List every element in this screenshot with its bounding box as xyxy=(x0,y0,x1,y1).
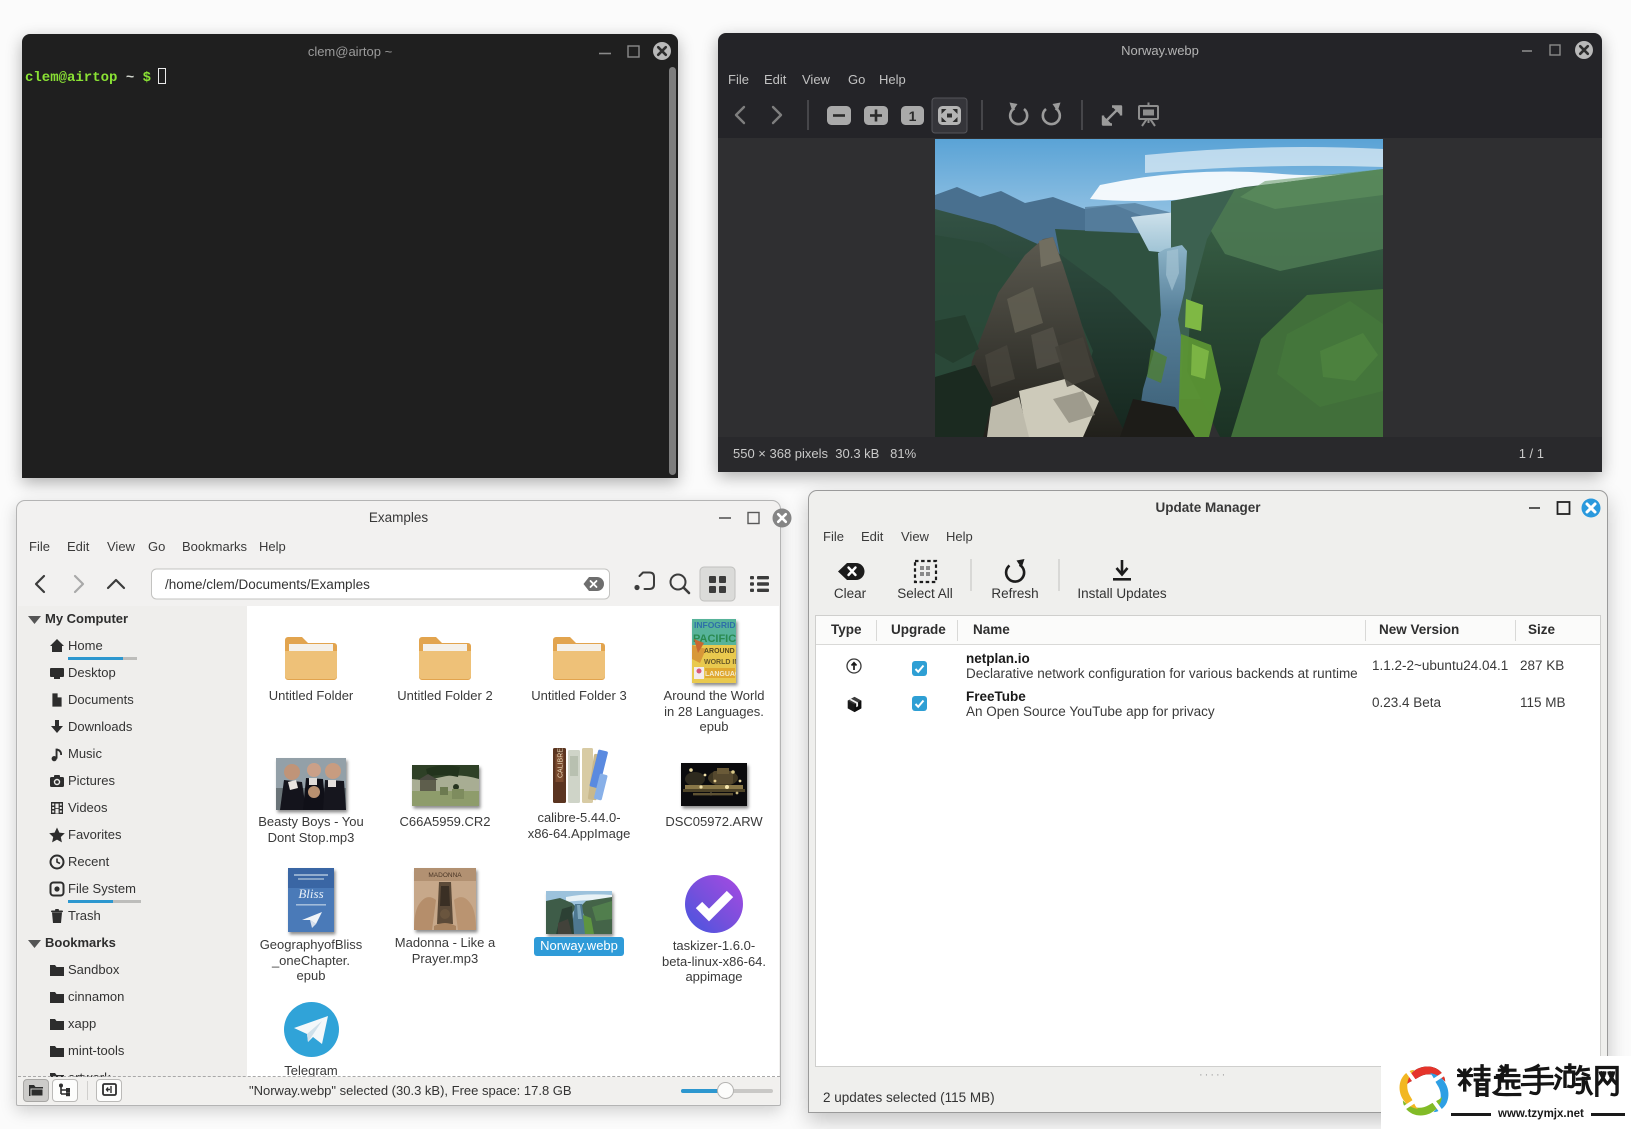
svg-text:Clear: Clear xyxy=(834,586,867,601)
svg-text:1: 1 xyxy=(909,108,917,124)
svg-text:AROUND THE: AROUND THE xyxy=(704,648,736,655)
svg-text:LANGUAGES: LANGUAGES xyxy=(705,671,736,678)
svg-text:/home/clem/Documents/Examples: /home/clem/Documents/Examples xyxy=(165,577,370,592)
svg-text:Refresh: Refresh xyxy=(991,586,1038,601)
svg-text:Bliss: Bliss xyxy=(298,886,323,901)
svg-text:Select All: Select All xyxy=(897,586,953,601)
svg-text:Install Updates: Install Updates xyxy=(1077,586,1167,601)
svg-text:INFOGRID: INFOGRID xyxy=(694,620,736,630)
svg-text:CALIBRE: CALIBRE xyxy=(558,748,565,778)
svg-text:WORLD IN 28: WORLD IN 28 xyxy=(704,659,736,666)
svg-text:MADONNA: MADONNA xyxy=(428,872,462,879)
